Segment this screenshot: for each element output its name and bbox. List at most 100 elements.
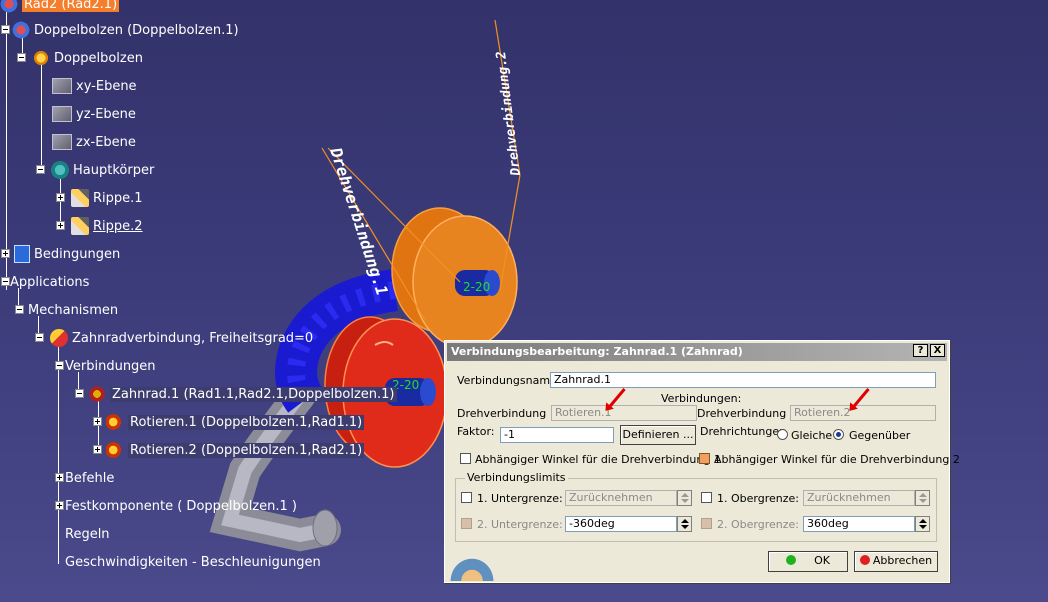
definieren-button[interactable]: Definieren ...	[620, 425, 696, 445]
drehverbindung2-label: Drehverbindung 2:	[697, 407, 801, 420]
collapse-toggle[interactable]	[75, 389, 84, 398]
tree-node-rotieren-1[interactable]: Rotieren.1 (Doppelbolzen.1,Rad1.1)	[92, 412, 365, 432]
expand-toggle[interactable]	[56, 221, 65, 230]
tree-node-rotieren-2[interactable]: Rotieren.2 (Doppelbolzen.1,Rad2.1)	[92, 440, 365, 460]
obergrenze2-spinner[interactable]	[915, 516, 930, 532]
untergrenze2-spinner[interactable]	[677, 516, 692, 532]
faktor-input[interactable]: -1	[500, 427, 614, 443]
untergrenze2-input[interactable]: -360deg	[565, 516, 677, 532]
tree-node-geschwindigkeiten[interactable]: Geschwindigkeiten - Beschleunigungen	[58, 552, 321, 572]
obergrenze2-input[interactable]: 360deg	[803, 516, 915, 532]
tree-node-applications[interactable]: Applications	[0, 272, 89, 292]
joint-edit-dialog[interactable]: Verbindungsbearbeitung: Zahnrad.1 (Zahnr…	[444, 340, 960, 583]
tree-node-label[interactable]: Hauptkörper	[73, 163, 154, 178]
tree-node-rad2[interactable]: Rad2 (Rad2.1)	[0, 0, 120, 14]
obergrenze1-checkbox[interactable]	[701, 492, 712, 503]
expand-toggle[interactable]	[55, 501, 64, 510]
tree-node-label[interactable]: Befehle	[65, 471, 114, 486]
abbrechen-button[interactable]: Abbrechen	[854, 551, 938, 572]
obergrenze1-field[interactable]: Zurücknehmen	[803, 490, 915, 506]
untergrenze2-checkbox[interactable]	[461, 518, 472, 529]
tree-node-xy-ebene[interactable]: xy-Ebene	[52, 76, 137, 96]
collapse-toggle[interactable]	[36, 165, 45, 174]
catia-logo	[447, 555, 497, 581]
tree-node-label[interactable]: Geschwindigkeiten - Beschleunigungen	[65, 555, 321, 570]
tree-node-label[interactable]: Bedingungen	[34, 247, 120, 262]
obergrenze1-label: 1. Obergrenze:	[717, 492, 799, 505]
tree-node-label[interactable]: Rotieren.2 (Doppelbolzen.1,Rad2.1)	[128, 442, 365, 458]
tree-node-zahnradverbindung[interactable]: Zahnradverbindung, Freiheitsgrad=0	[34, 328, 313, 348]
drehrichtungen-label: Drehrichtungen	[700, 425, 787, 438]
name-input[interactable]: Zahnrad.1	[550, 372, 936, 388]
expand-toggle[interactable]	[56, 193, 65, 202]
tree-node-regeln[interactable]: Regeln	[58, 524, 110, 544]
tree-node-label[interactable]: Zahnrad.1 (Rad1.1,Rad2.1,Doppelbolzen.1)	[110, 386, 397, 402]
tree-node-label[interactable]: xy-Ebene	[76, 79, 137, 94]
gegenueber-label: Gegenüber	[849, 429, 911, 442]
untergrenze1-spinner[interactable]	[677, 490, 692, 506]
tree-node-label[interactable]: Verbindungen	[65, 359, 156, 374]
tree-node-festkomponente[interactable]: Festkomponente ( Doppelbolzen.1 )	[54, 496, 297, 516]
gleiche-radio[interactable]	[777, 429, 788, 440]
faktor-label: Faktor:	[457, 425, 495, 438]
tree-line	[41, 64, 42, 170]
tree-node-label[interactable]: zx-Ebene	[76, 135, 136, 150]
tree-node-yz-ebene[interactable]: yz-Ebene	[52, 104, 136, 124]
untergrenze2-label: 2. Untergrenze:	[477, 518, 563, 531]
collapse-toggle[interactable]	[1, 25, 10, 34]
tree-node-label[interactable]: Rippe.2	[93, 219, 143, 234]
tree-node-label[interactable]: Rippe.1	[93, 191, 143, 206]
tree-node-zx-ebene[interactable]: zx-Ebene	[52, 132, 136, 152]
tree-node-doppelbolzen-product[interactable]: Doppelbolzen (Doppelbolzen.1)	[0, 20, 239, 40]
specification-tree[interactable]: Rad2 (Rad2.1) Doppelbolzen (Doppelbolzen…	[0, 0, 440, 602]
tree-node-label[interactable]: Zahnradverbindung, Freiheitsgrad=0	[72, 331, 313, 346]
collapse-toggle[interactable]	[17, 53, 26, 62]
dialog-titlebar[interactable]: Verbindungsbearbeitung: Zahnrad.1 (Zahnr…	[447, 343, 947, 361]
drehverbindung1-field[interactable]: Rotieren.1	[551, 405, 697, 421]
tree-node-label[interactable]: Festkomponente ( Doppelbolzen.1 )	[65, 499, 297, 514]
limits-group-title: Verbindungslimits	[465, 471, 568, 484]
collapse-toggle[interactable]	[35, 333, 44, 342]
collapse-toggle[interactable]	[1, 277, 10, 286]
tree-node-bedingungen[interactable]: Bedingungen	[0, 244, 120, 264]
tree-node-label[interactable]: Rad2 (Rad2.1)	[22, 0, 120, 12]
revolute-joint-icon	[106, 413, 124, 431]
close-button[interactable]: X	[930, 344, 945, 357]
abh-winkel-1-label: Abhängiger Winkel für die Drehverbindung…	[475, 453, 721, 466]
abh-winkel-2-checkbox[interactable]	[699, 453, 710, 464]
gegenueber-radio[interactable]	[833, 429, 844, 440]
constraints-icon	[14, 245, 30, 263]
tree-node-label[interactable]: Rotieren.1 (Doppelbolzen.1,Rad1.1)	[128, 414, 365, 430]
help-button[interactable]: ?	[913, 344, 928, 357]
tree-node-rippe-1[interactable]: Rippe.1	[55, 188, 143, 208]
tree-node-mechanismen[interactable]: Mechanismen	[14, 300, 118, 320]
expand-toggle[interactable]	[93, 445, 102, 454]
tree-node-label[interactable]: Regeln	[65, 527, 110, 542]
tree-node-verbindungen[interactable]: Verbindungen	[54, 356, 156, 376]
tree-node-label[interactable]: Applications	[10, 275, 89, 290]
collapse-toggle[interactable]	[15, 305, 24, 314]
tree-node-label[interactable]: Doppelbolzen (Doppelbolzen.1)	[34, 23, 239, 38]
drehverbindung2-field[interactable]: Rotieren.2	[790, 405, 936, 421]
tree-node-label[interactable]: yz-Ebene	[76, 107, 136, 122]
tree-node-befehle[interactable]: Befehle	[54, 468, 114, 488]
tree-node-rippe-2[interactable]: Rippe.2	[55, 216, 143, 236]
expand-toggle[interactable]	[55, 473, 64, 482]
tree-node-hauptkoerper[interactable]: Hauptkörper	[35, 160, 154, 180]
tree-node-zahnrad-1[interactable]: Zahnrad.1 (Rad1.1,Rad2.1,Doppelbolzen.1)	[74, 384, 397, 404]
untergrenze1-field[interactable]: Zurücknehmen	[565, 490, 677, 506]
tree-node-doppelbolzen-part[interactable]: Doppelbolzen	[16, 48, 143, 68]
collapse-toggle[interactable]	[55, 361, 64, 370]
limits-group	[455, 478, 937, 542]
expand-toggle[interactable]	[93, 417, 102, 426]
tree-node-label[interactable]: Mechanismen	[28, 303, 118, 318]
abh-winkel-1-checkbox[interactable]	[460, 453, 471, 464]
tree-node-label[interactable]: Doppelbolzen	[54, 51, 143, 66]
gleiche-label: Gleiche	[791, 429, 833, 442]
expand-toggle[interactable]	[1, 249, 10, 258]
plane-icon	[52, 106, 72, 122]
ok-button[interactable]: OK	[768, 551, 848, 572]
obergrenze1-spinner[interactable]	[915, 490, 930, 506]
untergrenze1-checkbox[interactable]	[461, 492, 472, 503]
obergrenze2-checkbox[interactable]	[701, 518, 712, 529]
